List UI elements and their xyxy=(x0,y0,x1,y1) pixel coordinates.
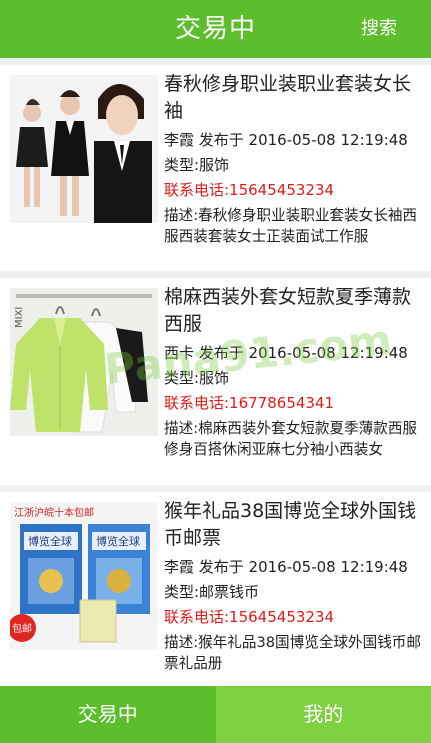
item-category: 类型:服饰 xyxy=(164,156,230,174)
item-info: 猴年礼品38国博览全球外国钱币邮票 李霞 发布于 2016-05-08 12:1… xyxy=(164,498,422,674)
item-category: 类型:服饰 xyxy=(164,369,230,387)
item-phone[interactable]: 联系电话:16778654341 xyxy=(164,391,422,416)
app-header: 交易中 搜索 xyxy=(0,0,431,58)
book-title-1: 博览全球 xyxy=(28,534,72,548)
bottom-tab-bar: 交易中 我的 xyxy=(0,686,431,743)
item-thumbnail: MIXI xyxy=(10,288,158,436)
tab-trading[interactable]: 交易中 xyxy=(0,686,216,743)
item-phone[interactable]: 联系电话:15645453234 xyxy=(164,178,422,203)
item-description: 描述:春秋修身职业装职业套装女长袖西服西装套装女士正装面试工作服 xyxy=(164,207,418,245)
item-meta: 李霞 发布于 2016-05-08 12:19:48 xyxy=(164,131,408,149)
item-phone[interactable]: 联系电话:15645453234 xyxy=(164,605,422,630)
baoyou-badge: 包邮 xyxy=(12,622,32,635)
item-thumbnail xyxy=(10,75,158,223)
stamp-book-photo: 江浙沪皖十本包邮 博览全球 博览全球 包邮 xyxy=(10,502,158,650)
item-info: 春秋修身职业装职业套装女长袖 李霞 发布于 2016-05-08 12:19:4… xyxy=(164,71,422,247)
stamps-banner: 江浙沪皖十本包邮 xyxy=(14,506,94,519)
tab-mine[interactable]: 我的 xyxy=(215,686,431,743)
item-title: 棉麻西装外套女短款夏季薄款西服 xyxy=(164,286,412,335)
mixi-label: MIXI xyxy=(14,307,25,328)
search-button[interactable]: 搜索 xyxy=(361,0,397,58)
item-description: 描述:猴年礼品38国博览全球外国钱币邮票礼品册 xyxy=(164,634,421,672)
business-suit-photo xyxy=(10,75,158,223)
item-title: 春秋修身职业装职业套装女长袖 xyxy=(164,73,412,122)
list-item[interactable]: MIXI 棉麻西装外套女短款夏季薄款西服 西卡 发布于 2016-05-08 1… xyxy=(0,278,431,485)
item-thumbnail: 江浙沪皖十本包邮 博览全球 博览全球 包邮 xyxy=(10,502,158,650)
item-description: 描述:棉麻西装外套女短款夏季薄款西服修身百搭休闲亚麻七分袖小西装女 xyxy=(164,420,418,458)
list-item[interactable]: 江浙沪皖十本包邮 博览全球 博览全球 包邮 猴年礼品38国博览全球外国钱币邮票 … xyxy=(0,492,431,686)
item-title: 猴年礼品38国博览全球外国钱币邮票 xyxy=(164,500,417,549)
item-meta: 西卡 发布于 2016-05-08 12:19:48 xyxy=(164,344,408,362)
list-item[interactable]: 春秋修身职业装职业套装女长袖 李霞 发布于 2016-05-08 12:19:4… xyxy=(0,65,431,271)
item-info: 棉麻西装外套女短款夏季薄款西服 西卡 发布于 2016-05-08 12:19:… xyxy=(164,284,422,460)
book-title-2: 博览全球 xyxy=(96,534,140,548)
item-meta: 李霞 发布于 2016-05-08 12:19:48 xyxy=(164,558,408,576)
blazer-photo: MIXI xyxy=(10,288,158,436)
listing-list: 春秋修身职业装职业套装女长袖 李霞 发布于 2016-05-08 12:19:4… xyxy=(0,58,431,686)
item-category: 类型:邮票钱币 xyxy=(164,583,260,601)
